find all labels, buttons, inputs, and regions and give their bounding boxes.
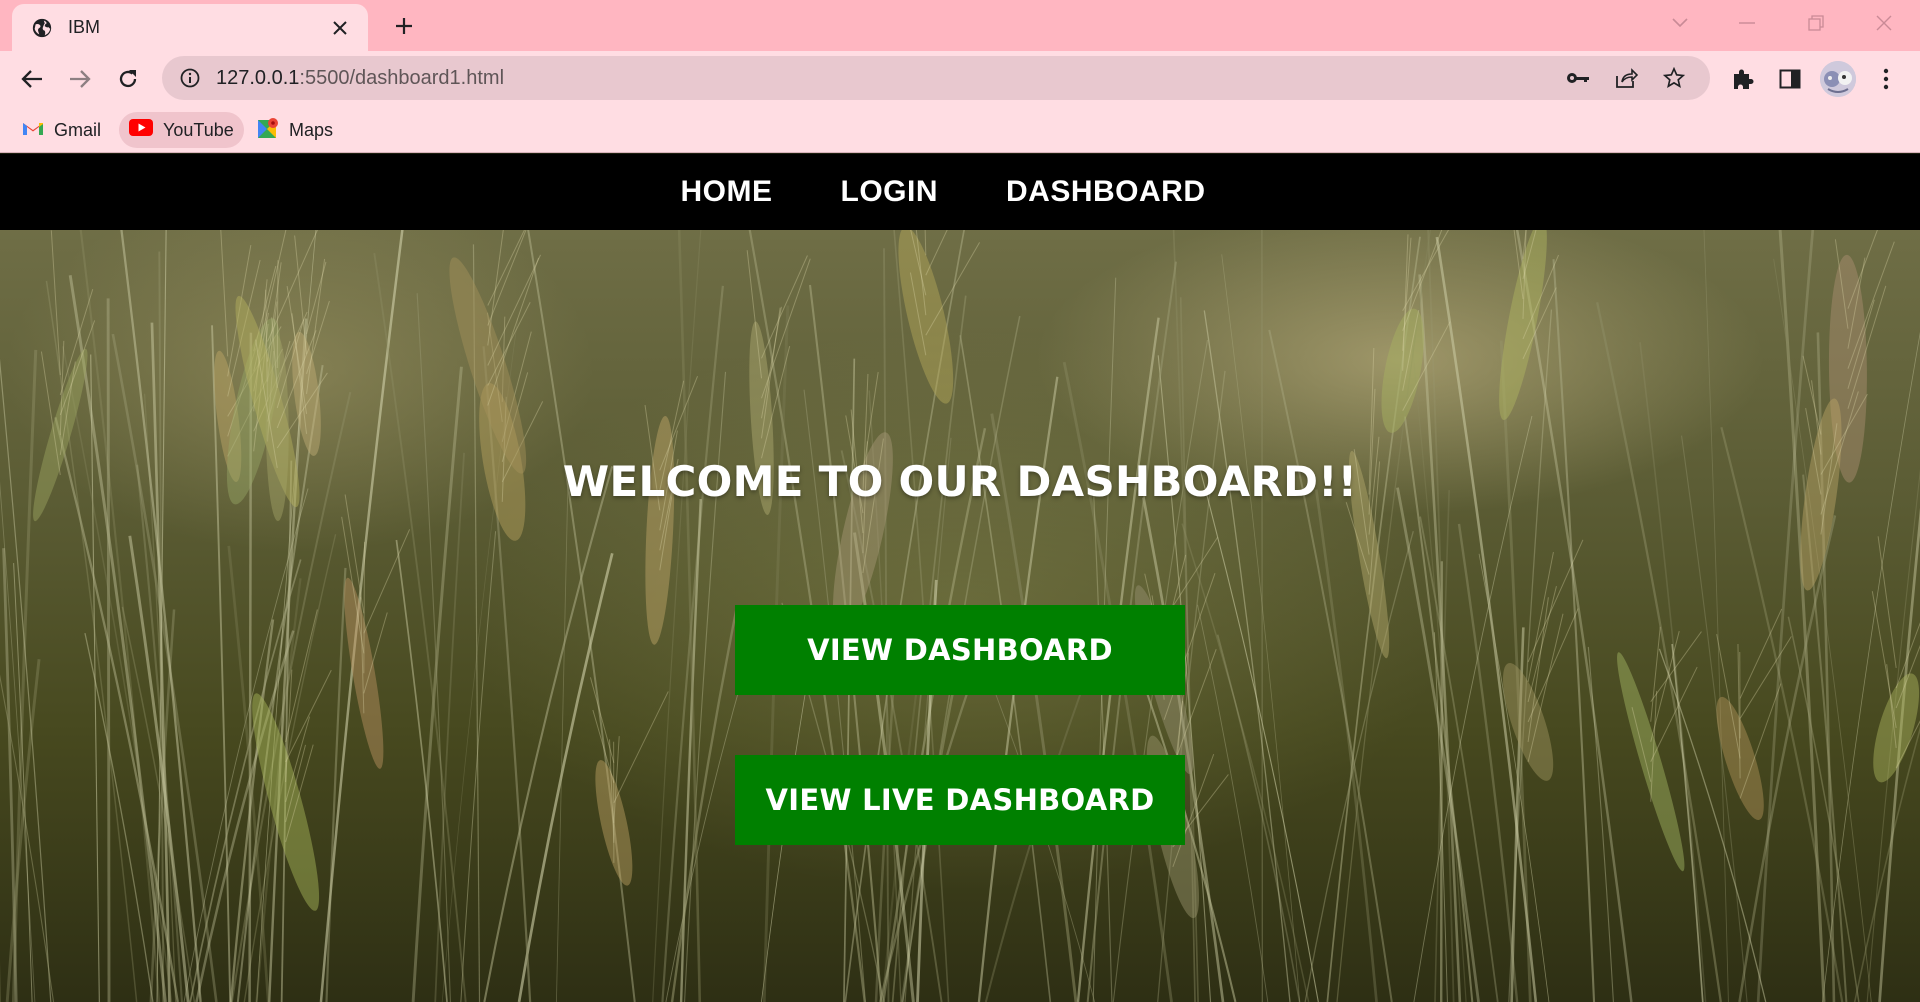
side-panel-icon[interactable] — [1772, 61, 1808, 97]
globe-icon — [30, 16, 54, 40]
bookmark-gmail[interactable]: Gmail — [12, 112, 111, 148]
close-window-icon[interactable] — [1864, 6, 1904, 40]
forward-button[interactable] — [62, 61, 98, 97]
bookmark-youtube[interactable]: YouTube — [119, 112, 244, 148]
browser-tab[interactable]: IBM — [12, 4, 368, 51]
maps-icon — [257, 117, 279, 144]
youtube-icon — [129, 119, 153, 141]
minimize-icon[interactable] — [1727, 6, 1767, 40]
more-menu-icon[interactable] — [1868, 61, 1904, 97]
restore-icon[interactable] — [1796, 6, 1836, 40]
bookmark-label: Maps — [289, 119, 334, 140]
bookmarks-bar: Gmail YouTube Maps — [0, 107, 1920, 153]
site-info-icon[interactable] — [176, 64, 204, 92]
nav-dashboard-link[interactable]: DASHBOARD — [1006, 175, 1206, 209]
close-tab-icon[interactable] — [326, 14, 354, 42]
reload-button[interactable] — [110, 61, 146, 97]
extensions-puzzle-icon[interactable] — [1724, 61, 1760, 97]
url-text[interactable]: 127.0.0.1:5500/dashboard1.html — [216, 67, 1550, 90]
nav-login-link[interactable]: LOGIN — [841, 175, 939, 209]
tab-strip: IBM — [0, 0, 1920, 51]
profile-avatar[interactable] — [1820, 61, 1856, 97]
share-icon[interactable] — [1606, 60, 1646, 96]
bookmark-maps[interactable]: Maps — [247, 112, 343, 148]
url-host: 127.0.0.1 — [216, 66, 300, 89]
tab-title: IBM — [68, 17, 101, 37]
url-path: :5500/dashboard1.html — [299, 66, 505, 89]
nav-home-link[interactable]: HOME — [681, 175, 773, 209]
tab-search-chevron-icon[interactable] — [1660, 6, 1700, 40]
view-dashboard-button[interactable]: VIEW DASHBOARD — [735, 605, 1185, 695]
bookmark-label: YouTube — [163, 119, 234, 140]
web-page: HOME LOGIN DASHBOARD WELCOME TO OUR DASH… — [0, 154, 1920, 1002]
bookmark-star-icon[interactable] — [1654, 60, 1694, 96]
hero-section: WELCOME TO OUR DASHBOARD!! VIEW DASHBOAR… — [0, 230, 1920, 1002]
view-live-dashboard-button[interactable]: VIEW LIVE DASHBOARD — [735, 755, 1185, 845]
site-navbar: HOME LOGIN DASHBOARD — [0, 154, 1920, 230]
back-button[interactable] — [14, 61, 50, 97]
welcome-heading: WELCOME TO OUR DASHBOARD!! — [562, 457, 1358, 506]
key-icon[interactable] — [1558, 60, 1598, 96]
address-bar[interactable]: 127.0.0.1:5500/dashboard1.html — [162, 56, 1710, 100]
bookmark-label: Gmail — [54, 119, 102, 140]
gmail-icon — [22, 120, 44, 141]
new-tab-button[interactable] — [388, 10, 420, 42]
browser-toolbar: 127.0.0.1:5500/dashboard1.html — [0, 51, 1920, 107]
